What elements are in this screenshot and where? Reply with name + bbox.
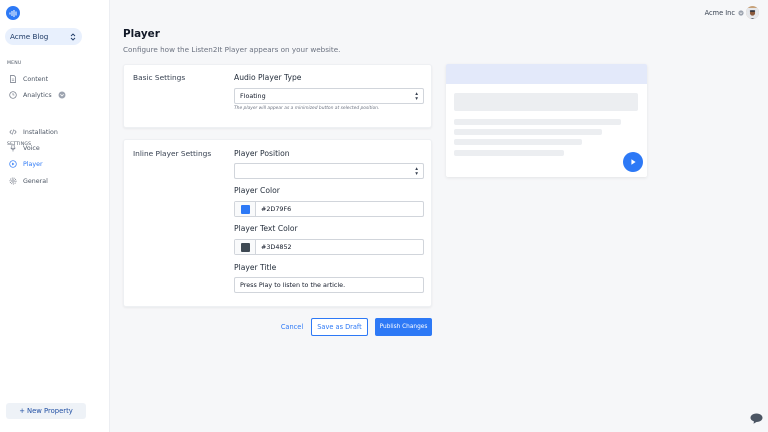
gear-icon: [9, 177, 17, 185]
player-color-swatch: [240, 204, 250, 214]
player-title-label: Player Title: [234, 263, 277, 272]
select-caret-icon: ▴ ▾: [415, 166, 418, 177]
basic-settings-card: Basic Settings Audio Player Type Floatin…: [123, 64, 432, 128]
inline-settings-card: Inline Player Settings Player Position ▴…: [123, 139, 432, 307]
sidebar-item-content[interactable]: Content: [9, 73, 48, 85]
code-icon: [9, 129, 17, 135]
player-type-select[interactable]: Floating ▴ ▾: [234, 88, 424, 104]
sidebar-item-label: Content: [23, 75, 49, 83]
preview-skeleton-block: [454, 93, 638, 111]
chat-bubble-icon[interactable]: [750, 413, 763, 424]
property-select-label: Acme Blog: [10, 32, 49, 41]
cancel-button[interactable]: Cancel: [279, 318, 305, 336]
preview-header-bar: [446, 64, 647, 84]
preview-skeleton-line: [454, 150, 564, 156]
save-draft-button[interactable]: Save as Draft: [311, 318, 368, 336]
org-name: Acme Inc: [704, 9, 735, 17]
player-type-label: Audio Player Type: [234, 73, 302, 82]
new-property-button[interactable]: + New Property: [6, 403, 86, 419]
menu-section-title: MENU: [7, 61, 22, 66]
color-swatch-button[interactable]: [235, 240, 256, 254]
sidebar-item-label: Installation: [23, 128, 58, 136]
player-preview: [446, 64, 647, 177]
player-text-color-swatch: [240, 242, 250, 252]
sidebar-item-label: Player: [23, 160, 43, 168]
document-icon: [10, 75, 16, 83]
sidebar-item-label: Analytics: [23, 91, 52, 99]
player-color-input[interactable]: #2D79F6: [234, 201, 424, 217]
sidebar-item-installation[interactable]: Installation: [9, 126, 58, 138]
sidebar-item-general[interactable]: General: [9, 175, 48, 187]
sidebar-item-label: Voice: [23, 144, 40, 152]
clock-icon: [9, 91, 17, 99]
select-caret-icon: ▴ ▾: [415, 91, 418, 102]
player-text-color-label: Player Text Color: [234, 224, 298, 233]
color-swatch-button[interactable]: [235, 202, 256, 216]
player-text-color-input[interactable]: #3D4852: [234, 239, 424, 255]
play-circle-icon: [9, 160, 17, 168]
preview-skeleton-line: [454, 119, 621, 125]
property-select[interactable]: Acme Blog: [5, 28, 82, 45]
chevron-circle-icon: [738, 10, 744, 16]
preview-play-button[interactable]: [623, 152, 643, 172]
play-icon: [631, 159, 636, 165]
player-position-label: Player Position: [234, 149, 290, 158]
player-type-value: Floating: [240, 92, 266, 100]
publish-changes-button[interactable]: Publish Changes: [375, 318, 432, 336]
sidebar-item-player[interactable]: Player: [9, 158, 43, 170]
player-position-select[interactable]: ▴ ▾: [234, 163, 424, 179]
sidebar-item-voice[interactable]: Voice: [9, 142, 40, 154]
player-text-color-value: #3D4852: [261, 243, 292, 251]
waveform-icon: [9, 9, 16, 17]
sidebar-item-label: General: [23, 177, 48, 185]
inline-settings-title: Inline Player Settings: [133, 149, 212, 158]
player-title-value: Press Play to listen to the article.: [240, 281, 346, 289]
chevron-circle-icon: [58, 91, 66, 99]
microphone-icon: [10, 144, 16, 152]
user-avatar-icon: [746, 8, 759, 19]
org-switcher[interactable]: Acme Inc: [705, 9, 744, 17]
player-type-hint: The player will appear as a minimized bu…: [234, 106, 380, 111]
preview-skeleton-line: [454, 129, 602, 135]
player-title-input[interactable]: Press Play to listen to the article.: [234, 277, 424, 293]
player-color-label: Player Color: [234, 186, 280, 195]
sidebar-item-analytics[interactable]: Analytics: [9, 89, 66, 101]
sidebar: Acme Blog MENU Content Analytics SETTING…: [0, 0, 110, 432]
chevron-up-down-icon: [70, 32, 76, 41]
avatar[interactable]: [746, 6, 759, 19]
player-color-value: #2D79F6: [261, 205, 292, 213]
page-title: Player: [123, 28, 160, 40]
page-subtitle: Configure how the Listen2It Player appea…: [123, 45, 341, 54]
basic-settings-title: Basic Settings: [133, 73, 186, 82]
preview-skeleton-line: [454, 139, 582, 145]
app-logo[interactable]: [6, 6, 20, 20]
